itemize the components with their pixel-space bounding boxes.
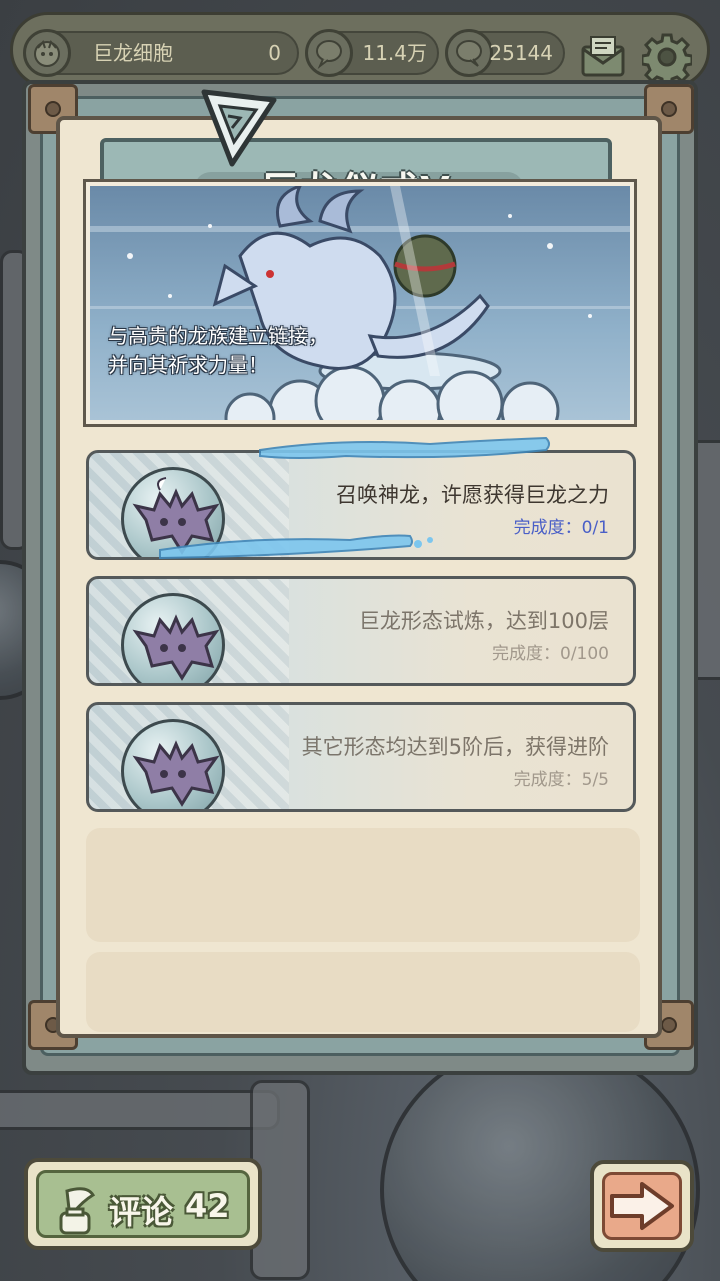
settings-button[interactable] <box>641 31 693 83</box>
quest-progress: 完成度：5/5 <box>513 770 609 790</box>
mail-icon <box>581 36 625 77</box>
dragon-orb-icon <box>121 719 225 809</box>
dragon-cell-icon <box>23 29 71 77</box>
next-button[interactable] <box>590 1160 694 1252</box>
chat-bubble-icon <box>445 29 493 77</box>
quest-item-trial[interactable]: 巨龙形态试炼，达到100层 完成度：0/100 <box>86 576 636 686</box>
empty-quest-slot <box>86 952 640 1032</box>
description-line: 并向其祈求力量！ <box>108 353 268 377</box>
empty-quest-slot <box>86 828 640 942</box>
arrow-right-icon <box>610 1182 674 1230</box>
triangle-emblem-icon <box>198 78 280 170</box>
dragon-illustration: 与高贵的龙族建立链接， 并向其祈求力量！ <box>83 179 637 427</box>
comments-counter[interactable]: 25144 <box>445 29 565 77</box>
comment-label: 评论 <box>109 1193 174 1231</box>
top-bar: 巨龙细胞 0 11.4万 25144 <box>10 12 710 88</box>
gear-icon <box>642 33 692 82</box>
ritual-description: 与高贵的龙族建立链接， 并向其祈求力量！ <box>108 322 328 380</box>
resource-value: 0 <box>268 41 281 65</box>
views-value: 11.4万 <box>362 41 427 65</box>
comment-count: 42 <box>185 1187 230 1225</box>
quest-title: 其它形态均达到5阶后，获得进阶 <box>301 735 609 759</box>
quill-inkpot-icon <box>59 1187 96 1235</box>
quest-item-advance[interactable]: 其它形态均达到5阶后，获得进阶 完成度：5/5 <box>86 702 636 812</box>
mail-button[interactable] <box>577 31 629 83</box>
quest-title: 巨龙形态试炼，达到100层 <box>358 609 609 633</box>
quest-progress: 完成度：0/100 <box>492 644 609 664</box>
comments-value: 25144 <box>489 41 553 65</box>
water-splash-decoration <box>159 436 550 560</box>
dragon-orb-icon <box>121 593 225 683</box>
dragon-cell-counter[interactable]: 巨龙细胞 0 <box>23 29 299 77</box>
comment-button[interactable]: 评论 42 <box>24 1158 262 1250</box>
description-line: 与高贵的龙族建立链接， <box>108 324 328 348</box>
speech-bubble-icon <box>305 29 353 77</box>
resource-name: 巨龙细胞 <box>93 41 173 65</box>
views-counter[interactable]: 11.4万 <box>305 29 439 77</box>
